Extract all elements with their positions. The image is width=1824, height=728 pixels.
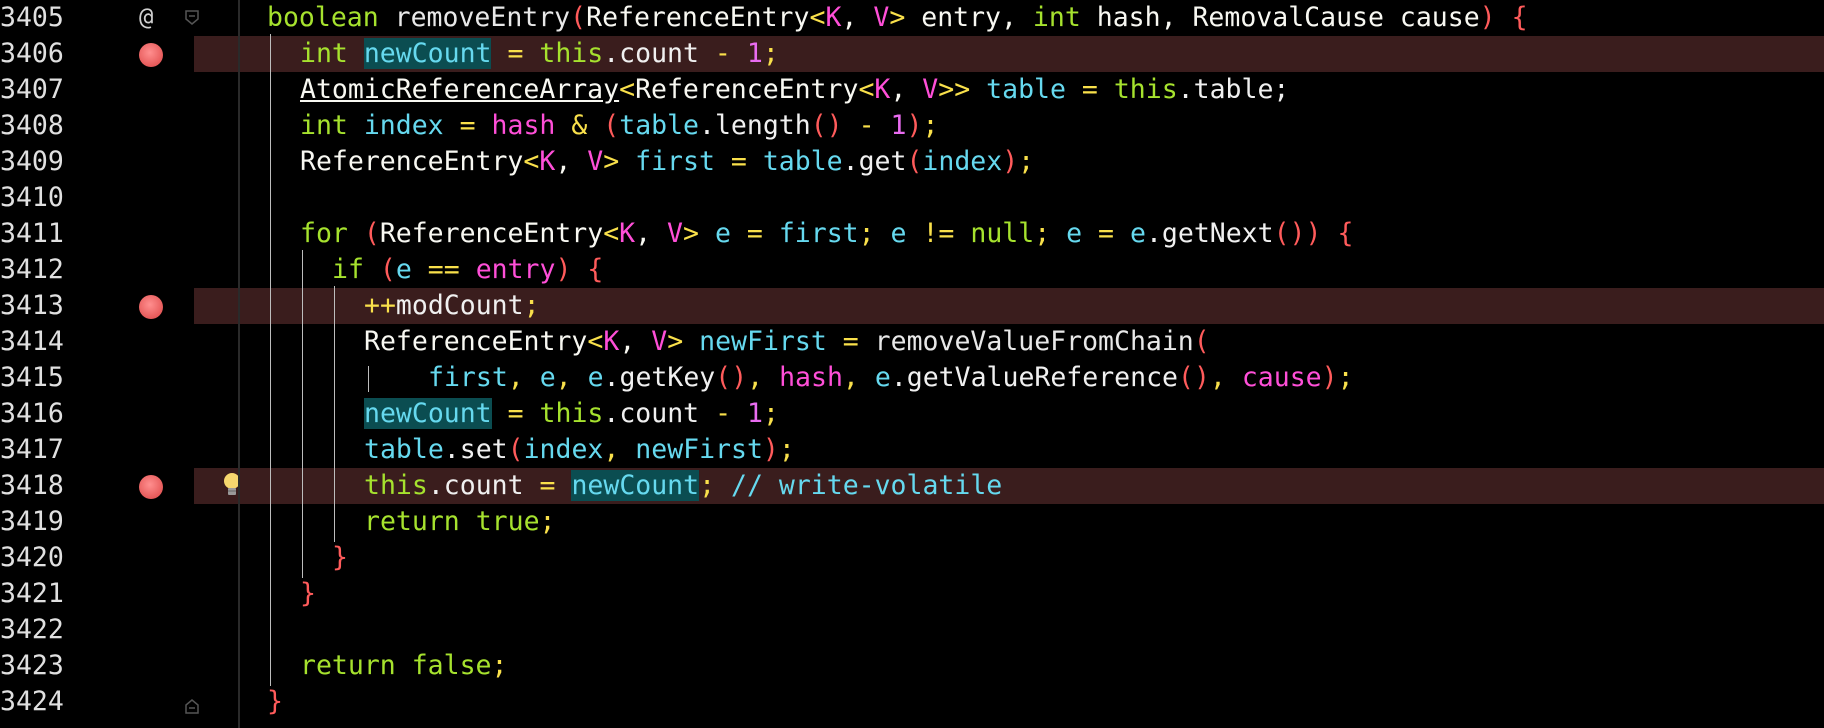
line-number[interactable]: 3417	[0, 432, 64, 468]
highlighted-symbol: newCount	[571, 470, 700, 501]
code-text[interactable]: if (e == entry) {	[332, 252, 603, 288]
code-line-3418[interactable]: 3418 this.count = newCount; // write-vol…	[0, 468, 1824, 504]
code-text[interactable]: int newCount = this.count - 1;	[300, 36, 779, 72]
line-number[interactable]: 3415	[0, 360, 64, 396]
code-text[interactable]: }	[300, 576, 316, 612]
line-number[interactable]: 3413	[0, 288, 64, 324]
breakpoint-icon[interactable]	[139, 43, 163, 67]
line-number[interactable]: 3423	[0, 648, 64, 684]
gutter-separator	[238, 0, 240, 728]
code-text[interactable]: for (ReferenceEntry<K, V> e = first; e !…	[300, 216, 1353, 252]
code-text[interactable]: ++modCount;	[364, 288, 540, 324]
line-number[interactable]: 3414	[0, 324, 64, 360]
line-number[interactable]: 3409	[0, 144, 64, 180]
breakpoint-icon[interactable]	[139, 295, 163, 319]
line-number[interactable]: 3410	[0, 180, 64, 216]
code-line-3424[interactable]: 3424 }	[0, 684, 1824, 720]
indent-guide	[368, 366, 369, 392]
line-number[interactable]: 3407	[0, 72, 64, 108]
code-text[interactable]: AtomicReferenceArray<ReferenceEntry<K, V…	[300, 72, 1289, 108]
code-line-3416[interactable]: 3416 newCount = this.count - 1;	[0, 396, 1824, 432]
code-line-3414[interactable]: 3414 ReferenceEntry<K, V> newFirst = rem…	[0, 324, 1824, 360]
line-number[interactable]: 3408	[0, 108, 64, 144]
code-text[interactable]: this.count = newCount; // write-volatile	[364, 468, 1002, 504]
indent-guide	[334, 286, 335, 542]
line-number[interactable]: 3422	[0, 612, 64, 648]
code-text[interactable]: boolean removeEntry(ReferenceEntry<K, V>…	[267, 0, 1528, 36]
indent-guide	[302, 250, 303, 578]
indent-guide	[270, 34, 271, 686]
line-number[interactable]: 3405	[0, 0, 64, 36]
code-text[interactable]: ReferenceEntry<K, V> first = table.get(i…	[300, 144, 1034, 180]
code-text[interactable]: first, e, e.getKey(), hash, e.getValueRe…	[428, 360, 1354, 396]
line-number[interactable]: 3419	[0, 504, 64, 540]
code-line-3412[interactable]: 3412 if (e == entry) {	[0, 252, 1824, 288]
code-line-3423[interactable]: 3423 return false;	[0, 648, 1824, 684]
line-number[interactable]: 3406	[0, 36, 64, 72]
code-line-3422[interactable]: 3422	[0, 612, 1824, 648]
code-text[interactable]: ReferenceEntry<K, V> newFirst = removeVa…	[364, 324, 1210, 360]
code-text[interactable]: }	[267, 684, 283, 720]
code-text[interactable]: table.set(index, newFirst);	[364, 432, 795, 468]
line-number[interactable]: 3421	[0, 576, 64, 612]
line-number[interactable]: 3416	[0, 396, 64, 432]
fold-marker-icon[interactable]	[185, 10, 199, 26]
line-number[interactable]: 3420	[0, 540, 64, 576]
code-line-3415[interactable]: 3415 first, e, e.getKey(), hash, e.getVa…	[0, 360, 1824, 396]
code-line-3407[interactable]: 3407 AtomicReferenceArray<ReferenceEntry…	[0, 72, 1824, 108]
code-line-3406[interactable]: 3406 int newCount = this.count - 1;	[0, 36, 1824, 72]
code-line-3420[interactable]: 3420 }	[0, 540, 1824, 576]
code-line-3409[interactable]: 3409 ReferenceEntry<K, V> first = table.…	[0, 144, 1824, 180]
code-line-3419[interactable]: 3419 return true;	[0, 504, 1824, 540]
code-text[interactable]: int index = hash & (table.length() - 1);	[300, 108, 938, 144]
line-number[interactable]: 3424	[0, 684, 64, 720]
code-text[interactable]: return false;	[300, 648, 507, 684]
code-text[interactable]: newCount = this.count - 1;	[364, 396, 779, 432]
highlighted-symbol: newCount	[363, 38, 492, 69]
code-text[interactable]: }	[332, 540, 348, 576]
highlighted-symbol: newCount	[364, 398, 492, 429]
code-line-3417[interactable]: 3417 table.set(index, newFirst);	[0, 432, 1824, 468]
code-text[interactable]: return true;	[364, 504, 556, 540]
breakpoint-icon[interactable]	[139, 475, 163, 499]
code-line-3413[interactable]: 3413 ++modCount;	[0, 288, 1824, 324]
line-number[interactable]: 3412	[0, 252, 64, 288]
line-number[interactable]: 3411	[0, 216, 64, 252]
code-line-3411[interactable]: 3411 for (ReferenceEntry<K, V> e = first…	[0, 216, 1824, 252]
code-line-3421[interactable]: 3421 }	[0, 576, 1824, 612]
code-editor[interactable]: 3405 @ boolean removeEntry(ReferenceEntr…	[0, 0, 1824, 728]
line-number[interactable]: 3418	[0, 468, 64, 504]
code-line-3408[interactable]: 3408 int index = hash & (table.length() …	[0, 108, 1824, 144]
code-line-3410[interactable]: 3410	[0, 180, 1824, 216]
code-line-3405[interactable]: 3405 @ boolean removeEntry(ReferenceEntr…	[0, 0, 1824, 36]
override-marker-icon[interactable]: @	[139, 0, 153, 34]
fold-end-marker-icon[interactable]	[185, 698, 199, 714]
